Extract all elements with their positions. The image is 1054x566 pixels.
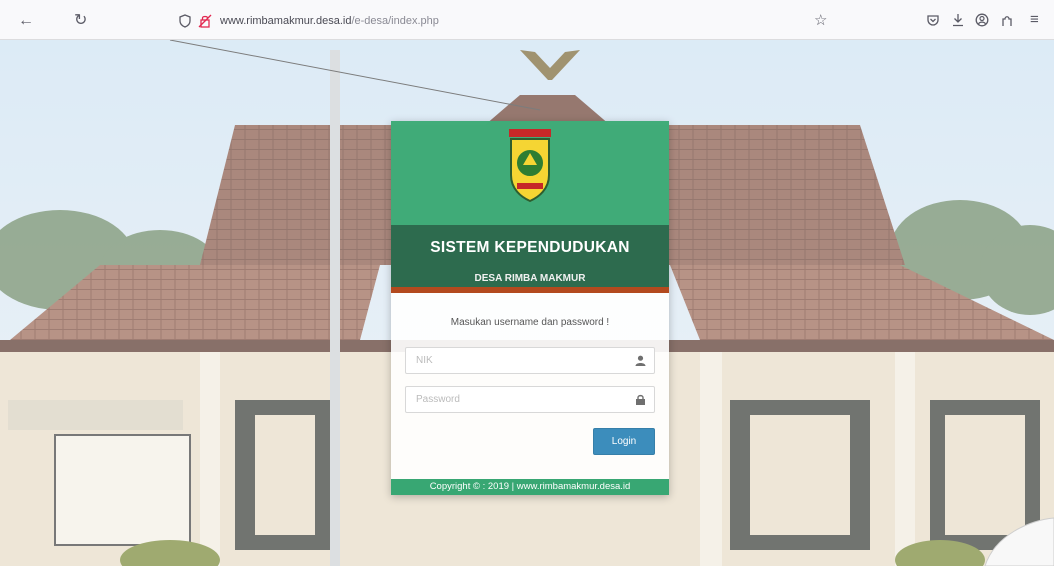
url-bar[interactable]: www.rimbamakmur.desa.id/e-desa/index.php <box>178 8 838 34</box>
url-text[interactable]: www.rimbamakmur.desa.id/e-desa/index.php <box>220 15 439 27</box>
extensions-icon[interactable] <box>1000 13 1014 27</box>
system-title: SISTEM KEPENDUDUKAN <box>430 239 630 256</box>
login-card: SISTEM KEPENDUDUKAN DESA RIMBA MAKMUR Ma… <box>391 121 669 495</box>
menu-icon[interactable]: ≡ <box>1030 12 1039 28</box>
copyright-footer: Copyright © : 2019 | www.rimbamakmur.des… <box>391 479 669 495</box>
reload-icon[interactable]: ↻ <box>74 13 87 29</box>
account-icon[interactable] <box>975 13 989 27</box>
password-input[interactable] <box>405 386 655 413</box>
nik-input[interactable] <box>405 347 655 374</box>
login-button[interactable]: Login <box>593 428 655 455</box>
url-path: /e-desa/index.php <box>351 15 439 27</box>
district-emblem-logo <box>509 129 551 203</box>
browser-toolbar: ← ↻ www.rimbamakmur.desa.id/e-desa/index… <box>0 0 1054 40</box>
card-divider-stripe <box>391 287 669 293</box>
bookmark-star-icon[interactable]: ☆ <box>814 13 827 29</box>
url-host: www.rimbamakmur.desa.id <box>220 15 352 27</box>
back-arrow-icon[interactable]: ← <box>18 13 34 29</box>
lock-icon <box>636 394 645 405</box>
download-icon[interactable] <box>951 13 965 27</box>
village-subtitle: DESA RIMBA MAKMUR <box>474 273 586 284</box>
login-prompt: Masukan username dan password ! <box>450 317 610 328</box>
insecure-lock-icon[interactable] <box>198 14 212 28</box>
pocket-icon[interactable] <box>926 13 940 27</box>
shield-icon[interactable] <box>178 14 192 28</box>
user-icon <box>635 355 646 366</box>
